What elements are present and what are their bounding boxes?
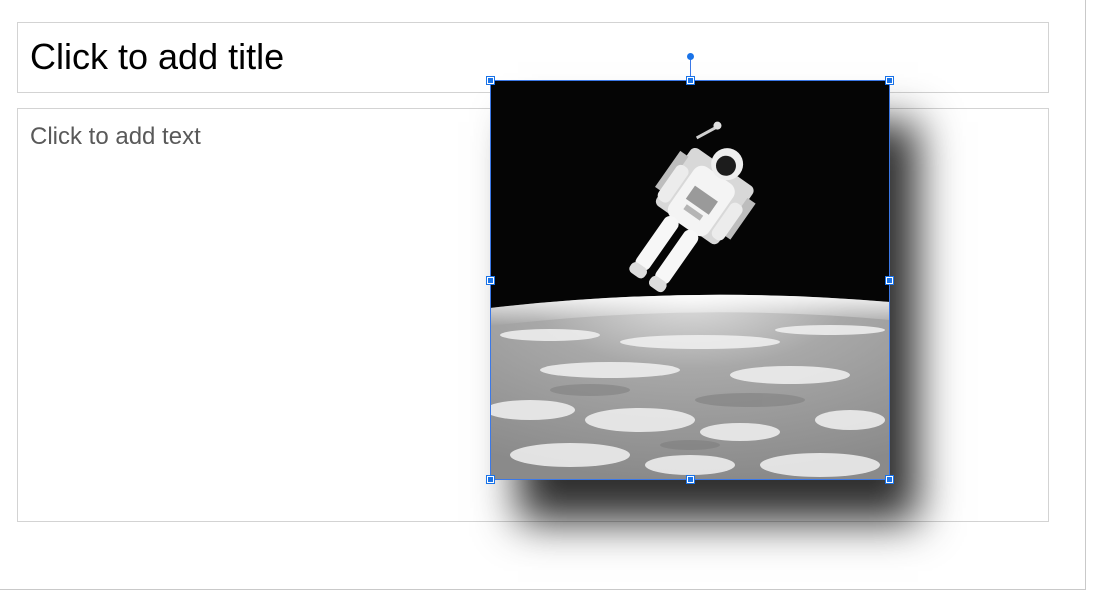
resize-handle-bottom-left[interactable]: [486, 475, 495, 484]
title-placeholder-text: Click to add title: [30, 36, 285, 77]
resize-handle-top-left[interactable]: [486, 76, 495, 85]
rotation-handle[interactable]: [687, 53, 694, 60]
body-placeholder-text: Click to add text: [30, 123, 201, 150]
resize-handle-bottom-right[interactable]: [885, 475, 894, 484]
resize-handle-bottom[interactable]: [686, 475, 695, 484]
resize-handle-top-right[interactable]: [885, 76, 894, 85]
slide-canvas[interactable]: Click to add title Click to add text: [0, 0, 1086, 590]
resize-handle-right[interactable]: [885, 276, 894, 285]
astronaut-image[interactable]: [490, 80, 890, 480]
resize-handle-left[interactable]: [486, 276, 495, 285]
astronaut-earth-picture: [490, 80, 890, 480]
resize-handle-top[interactable]: [686, 76, 695, 85]
